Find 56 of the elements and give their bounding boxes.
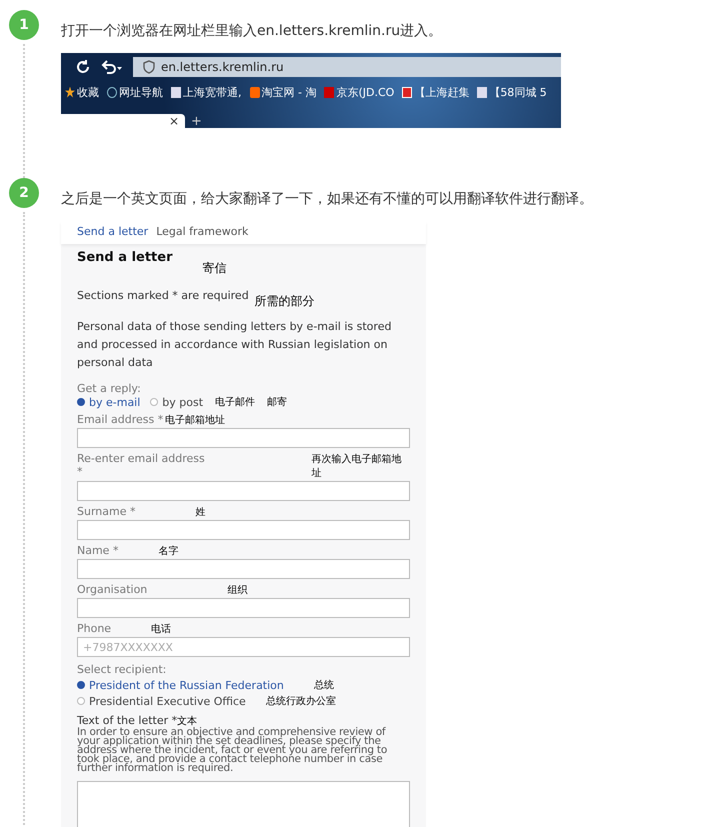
bookmark-item[interactable]: 收藏 xyxy=(65,84,99,100)
privacy-text: Personal data of those sending letters by e-mail is stored and processed in accordance with Russian legislation on personal data xyxy=(77,319,392,371)
field-label: Surname * xyxy=(77,505,136,518)
input-field[interactable] xyxy=(77,428,410,448)
translation-note: 组织 xyxy=(227,584,248,597)
bookmark-item[interactable]: 【上海赶集 xyxy=(402,84,470,100)
shield-icon xyxy=(143,60,155,74)
translation-note: 再次输入电子邮箱地址 xyxy=(312,452,403,480)
step-text: 之后是一个英文页面，给大家翻译了一下，如果还有不懂的可以用翻译软件进行翻译。 xyxy=(61,190,594,209)
address-bar[interactable]: en.letters.kremlin.ru xyxy=(133,57,561,77)
input-field[interactable] xyxy=(77,520,410,540)
refresh-icon[interactable] xyxy=(75,59,91,75)
field-label: Text of the letter * xyxy=(77,714,178,727)
translation-note: 文本 xyxy=(177,714,198,727)
radio-option[interactable]: Presidential Executive Office xyxy=(77,694,246,708)
field-label: Select recipient: xyxy=(77,663,168,676)
form-title: Send a letter xyxy=(77,250,172,267)
translation-note: 电子邮箱地址 xyxy=(165,414,226,427)
translation-note: 总统行政办公室 xyxy=(266,694,336,708)
step-text: 打开一个浏览器在网址栏里输入en.letters.kremlin.ru进入。 xyxy=(61,22,444,41)
nav-link[interactable]: Legal framework xyxy=(156,225,248,238)
step-number: 2 xyxy=(9,178,39,208)
field-label: Re-enter email address * xyxy=(77,452,206,478)
letter-text-area[interactable] xyxy=(77,781,410,827)
undo-icon[interactable] xyxy=(101,59,123,75)
input-field[interactable] xyxy=(77,481,410,501)
translation-note: 寄信 xyxy=(202,260,226,277)
translation-note: 所需的部分 xyxy=(254,293,315,310)
field-label: Email address * xyxy=(77,413,164,426)
input-field[interactable] xyxy=(77,598,410,618)
bookmark-item[interactable]: 京东(JD.CO xyxy=(324,84,394,100)
field-label: Organisation xyxy=(77,583,148,596)
field-label: Name * xyxy=(77,544,118,557)
input-field[interactable] xyxy=(77,559,410,579)
step-number: 1 xyxy=(9,10,39,40)
hint-text: In order to ensure an objective and comprehensive review of your application within the set deadlines, please specify the address where the incident, fact or event you are referring to took place, and provide a contact telephone number in case further information is required. xyxy=(77,728,388,773)
nav-link[interactable]: Send a letter xyxy=(77,225,148,238)
browser-tab[interactable]: × xyxy=(61,114,185,128)
field-label: Get a reply: xyxy=(77,382,142,395)
bookmark-item[interactable]: 网址导航 xyxy=(107,84,163,100)
radio-option[interactable]: President of the Russian Federation xyxy=(77,678,284,692)
translation-note: 总统 xyxy=(314,678,334,692)
radio-option[interactable]: by post xyxy=(150,396,204,408)
bookmark-item[interactable]: 上海宽带通, xyxy=(171,84,242,100)
new-tab-button[interactable]: + xyxy=(191,116,202,128)
input-field[interactable]: +7987XXXXXXX xyxy=(77,637,410,657)
translation-note: 电子邮件 xyxy=(215,396,256,409)
radio-option[interactable]: by e-mail xyxy=(77,396,140,408)
bookmark-item[interactable]: 淘宝网 - 淘 xyxy=(250,84,316,100)
bookmark-item[interactable]: 【58同城 5 xyxy=(477,84,547,100)
translation-note: 电话 xyxy=(151,622,172,636)
translation-note: 邮寄 xyxy=(267,396,288,409)
translation-note: 姓 xyxy=(195,506,206,519)
field-label: Phone xyxy=(77,622,112,635)
required-text: Sections marked * are required xyxy=(77,289,249,304)
translation-note: 名字 xyxy=(158,544,178,558)
